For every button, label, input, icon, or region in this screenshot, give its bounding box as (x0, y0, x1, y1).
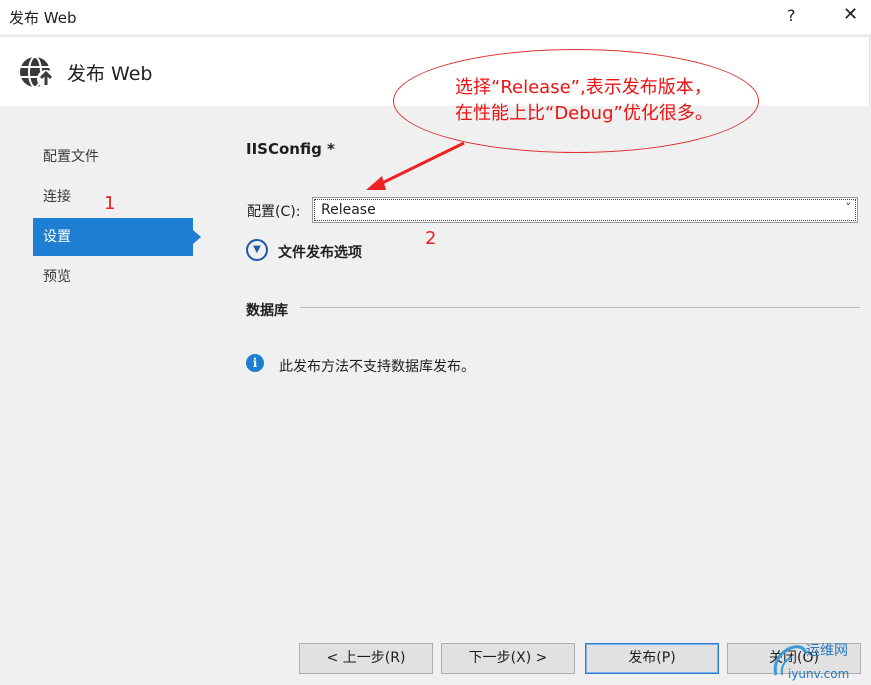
watermark-domain: iyunv.com (788, 667, 850, 681)
globe-icon (20, 56, 55, 88)
annotation-number-1: 1 (104, 193, 116, 214)
annotation-number-2: 2 (425, 228, 437, 249)
next-button[interactable]: 下一步(X) > (441, 643, 575, 674)
database-info-text: 此发布方法不支持数据库发布。 (279, 359, 475, 375)
previous-button[interactable]: < 上一步(R) (299, 643, 433, 674)
sidebar-item-profile[interactable]: 配置文件 (33, 138, 193, 176)
active-indicator (193, 230, 201, 244)
file-publish-options-toggle[interactable]: 文件发布选项 (278, 242, 362, 262)
database-section-title: 数据库 (246, 303, 288, 319)
sidebar-item-preview[interactable]: 预览 (33, 258, 193, 296)
configuration-value: Release (321, 202, 376, 218)
sidebar-item-settings[interactable]: 设置 (33, 218, 193, 256)
watermark-text: 运维网 (806, 643, 848, 659)
section-divider (300, 307, 860, 308)
config-label: 配置(C): (247, 204, 301, 220)
publish-button[interactable]: 发布(P) (585, 643, 719, 674)
callout-line-1: 选择“Release”,表示发布版本， (455, 77, 712, 98)
configuration-select[interactable]: Release ˅ (312, 197, 858, 223)
title-bar: 发布 Web ? ✕ (0, 0, 871, 34)
expand-chevron-icon[interactable]: ▼ (246, 239, 268, 261)
dialog-title: 发布 Web (67, 63, 153, 85)
window-title: 发布 Web (9, 9, 77, 27)
chevron-down-icon: ˅ (845, 201, 852, 214)
close-window-button[interactable]: ✕ (843, 4, 858, 25)
annotation-arrow (366, 141, 465, 190)
help-button[interactable]: ? (787, 6, 796, 25)
callout-line-2: 在性能上比“Debug”优化很多。 (455, 103, 713, 124)
profile-title: IISConfig * (246, 140, 335, 158)
watermark-logo: 运维网 iyunv.com (768, 637, 871, 685)
callout-text: 选择“Release”,表示发布版本， 在性能上比“Debug”优化很多。 (455, 75, 755, 127)
info-icon: i (246, 354, 264, 372)
